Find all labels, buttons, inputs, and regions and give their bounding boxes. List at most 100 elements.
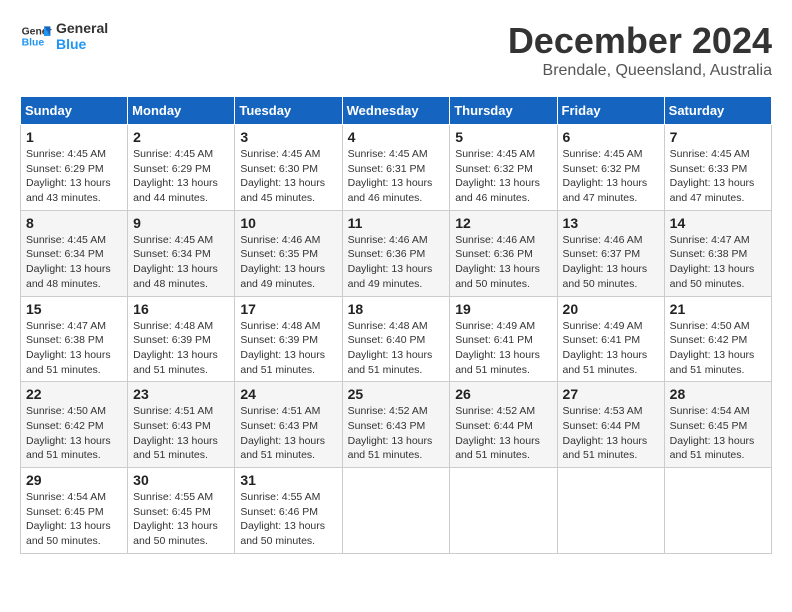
day-info: Sunrise: 4:47 AM Sunset: 6:38 PM Dayligh… (670, 233, 766, 292)
calendar-cell: 8 Sunrise: 4:45 AM Sunset: 6:34 PM Dayli… (21, 210, 128, 296)
day-number: 21 (670, 301, 766, 317)
day-info: Sunrise: 4:49 AM Sunset: 6:41 PM Dayligh… (563, 319, 659, 378)
calendar-cell (450, 468, 557, 554)
day-info: Sunrise: 4:47 AM Sunset: 6:38 PM Dayligh… (26, 319, 122, 378)
day-number: 3 (240, 129, 336, 145)
day-info: Sunrise: 4:54 AM Sunset: 6:45 PM Dayligh… (670, 404, 766, 463)
day-info: Sunrise: 4:48 AM Sunset: 6:39 PM Dayligh… (133, 319, 229, 378)
day-number: 17 (240, 301, 336, 317)
day-number: 15 (26, 301, 122, 317)
day-info: Sunrise: 4:46 AM Sunset: 6:37 PM Dayligh… (563, 233, 659, 292)
day-number: 30 (133, 472, 229, 488)
day-number: 5 (455, 129, 551, 145)
calendar-cell: 1 Sunrise: 4:45 AM Sunset: 6:29 PM Dayli… (21, 125, 128, 211)
day-number: 11 (348, 215, 445, 231)
calendar-cell: 20 Sunrise: 4:49 AM Sunset: 6:41 PM Dayl… (557, 296, 664, 382)
calendar-cell: 14 Sunrise: 4:47 AM Sunset: 6:38 PM Dayl… (664, 210, 771, 296)
calendar-cell: 7 Sunrise: 4:45 AM Sunset: 6:33 PM Dayli… (664, 125, 771, 211)
day-number: 27 (563, 386, 659, 402)
calendar-cell (342, 468, 450, 554)
page-header: General Blue General Blue December 2024 … (20, 20, 772, 80)
day-info: Sunrise: 4:45 AM Sunset: 6:31 PM Dayligh… (348, 147, 445, 206)
calendar-cell: 31 Sunrise: 4:55 AM Sunset: 6:46 PM Dayl… (235, 468, 342, 554)
day-info: Sunrise: 4:45 AM Sunset: 6:32 PM Dayligh… (455, 147, 551, 206)
logo-general: General (56, 20, 108, 36)
calendar-cell: 11 Sunrise: 4:46 AM Sunset: 6:36 PM Dayl… (342, 210, 450, 296)
calendar-cell: 21 Sunrise: 4:50 AM Sunset: 6:42 PM Dayl… (664, 296, 771, 382)
col-wednesday: Wednesday (342, 97, 450, 125)
calendar-cell: 12 Sunrise: 4:46 AM Sunset: 6:36 PM Dayl… (450, 210, 557, 296)
day-info: Sunrise: 4:46 AM Sunset: 6:36 PM Dayligh… (348, 233, 445, 292)
day-info: Sunrise: 4:45 AM Sunset: 6:34 PM Dayligh… (26, 233, 122, 292)
day-info: Sunrise: 4:45 AM Sunset: 6:33 PM Dayligh… (670, 147, 766, 206)
calendar-cell: 26 Sunrise: 4:52 AM Sunset: 6:44 PM Dayl… (450, 382, 557, 468)
day-number: 19 (455, 301, 551, 317)
day-info: Sunrise: 4:50 AM Sunset: 6:42 PM Dayligh… (26, 404, 122, 463)
calendar-cell: 28 Sunrise: 4:54 AM Sunset: 6:45 PM Dayl… (664, 382, 771, 468)
calendar-cell: 3 Sunrise: 4:45 AM Sunset: 6:30 PM Dayli… (235, 125, 342, 211)
day-number: 12 (455, 215, 551, 231)
day-number: 29 (26, 472, 122, 488)
calendar-cell: 29 Sunrise: 4:54 AM Sunset: 6:45 PM Dayl… (21, 468, 128, 554)
day-info: Sunrise: 4:53 AM Sunset: 6:44 PM Dayligh… (563, 404, 659, 463)
calendar-cell: 30 Sunrise: 4:55 AM Sunset: 6:45 PM Dayl… (128, 468, 235, 554)
day-number: 22 (26, 386, 122, 402)
day-number: 24 (240, 386, 336, 402)
day-number: 18 (348, 301, 445, 317)
calendar-cell (557, 468, 664, 554)
day-info: Sunrise: 4:45 AM Sunset: 6:32 PM Dayligh… (563, 147, 659, 206)
location-title: Brendale, Queensland, Australia (508, 62, 772, 80)
col-thursday: Thursday (450, 97, 557, 125)
day-number: 26 (455, 386, 551, 402)
day-info: Sunrise: 4:52 AM Sunset: 6:43 PM Dayligh… (348, 404, 445, 463)
day-info: Sunrise: 4:50 AM Sunset: 6:42 PM Dayligh… (670, 319, 766, 378)
day-number: 4 (348, 129, 445, 145)
calendar-cell: 4 Sunrise: 4:45 AM Sunset: 6:31 PM Dayli… (342, 125, 450, 211)
calendar-week-row: 1 Sunrise: 4:45 AM Sunset: 6:29 PM Dayli… (21, 125, 772, 211)
day-number: 7 (670, 129, 766, 145)
calendar-cell: 18 Sunrise: 4:48 AM Sunset: 6:40 PM Dayl… (342, 296, 450, 382)
day-number: 16 (133, 301, 229, 317)
day-info: Sunrise: 4:55 AM Sunset: 6:45 PM Dayligh… (133, 490, 229, 549)
day-number: 20 (563, 301, 659, 317)
title-block: December 2024 Brendale, Queensland, Aust… (508, 20, 772, 80)
calendar-cell: 10 Sunrise: 4:46 AM Sunset: 6:35 PM Dayl… (235, 210, 342, 296)
calendar-cell: 23 Sunrise: 4:51 AM Sunset: 6:43 PM Dayl… (128, 382, 235, 468)
calendar-cell: 22 Sunrise: 4:50 AM Sunset: 6:42 PM Dayl… (21, 382, 128, 468)
calendar-cell: 24 Sunrise: 4:51 AM Sunset: 6:43 PM Dayl… (235, 382, 342, 468)
calendar-cell: 13 Sunrise: 4:46 AM Sunset: 6:37 PM Dayl… (557, 210, 664, 296)
calendar-table: Sunday Monday Tuesday Wednesday Thursday… (20, 96, 772, 554)
logo-blue: Blue (56, 36, 108, 52)
col-monday: Monday (128, 97, 235, 125)
day-number: 6 (563, 129, 659, 145)
day-info: Sunrise: 4:45 AM Sunset: 6:29 PM Dayligh… (133, 147, 229, 206)
day-info: Sunrise: 4:45 AM Sunset: 6:34 PM Dayligh… (133, 233, 229, 292)
month-title: December 2024 (508, 20, 772, 62)
day-number: 13 (563, 215, 659, 231)
calendar-cell: 9 Sunrise: 4:45 AM Sunset: 6:34 PM Dayli… (128, 210, 235, 296)
logo-icon: General Blue (20, 20, 52, 52)
calendar-cell: 15 Sunrise: 4:47 AM Sunset: 6:38 PM Dayl… (21, 296, 128, 382)
calendar-cell: 19 Sunrise: 4:49 AM Sunset: 6:41 PM Dayl… (450, 296, 557, 382)
day-info: Sunrise: 4:45 AM Sunset: 6:30 PM Dayligh… (240, 147, 336, 206)
day-number: 25 (348, 386, 445, 402)
calendar-header-row: Sunday Monday Tuesday Wednesday Thursday… (21, 97, 772, 125)
day-info: Sunrise: 4:51 AM Sunset: 6:43 PM Dayligh… (240, 404, 336, 463)
calendar-cell: 6 Sunrise: 4:45 AM Sunset: 6:32 PM Dayli… (557, 125, 664, 211)
calendar-cell (664, 468, 771, 554)
logo: General Blue General Blue (20, 20, 108, 52)
day-info: Sunrise: 4:49 AM Sunset: 6:41 PM Dayligh… (455, 319, 551, 378)
day-number: 14 (670, 215, 766, 231)
day-info: Sunrise: 4:48 AM Sunset: 6:40 PM Dayligh… (348, 319, 445, 378)
calendar-week-row: 22 Sunrise: 4:50 AM Sunset: 6:42 PM Dayl… (21, 382, 772, 468)
calendar-week-row: 15 Sunrise: 4:47 AM Sunset: 6:38 PM Dayl… (21, 296, 772, 382)
calendar-cell: 16 Sunrise: 4:48 AM Sunset: 6:39 PM Dayl… (128, 296, 235, 382)
svg-text:Blue: Blue (22, 38, 45, 49)
day-number: 9 (133, 215, 229, 231)
day-number: 28 (670, 386, 766, 402)
day-number: 8 (26, 215, 122, 231)
col-saturday: Saturday (664, 97, 771, 125)
calendar-cell: 17 Sunrise: 4:48 AM Sunset: 6:39 PM Dayl… (235, 296, 342, 382)
col-sunday: Sunday (21, 97, 128, 125)
day-number: 23 (133, 386, 229, 402)
